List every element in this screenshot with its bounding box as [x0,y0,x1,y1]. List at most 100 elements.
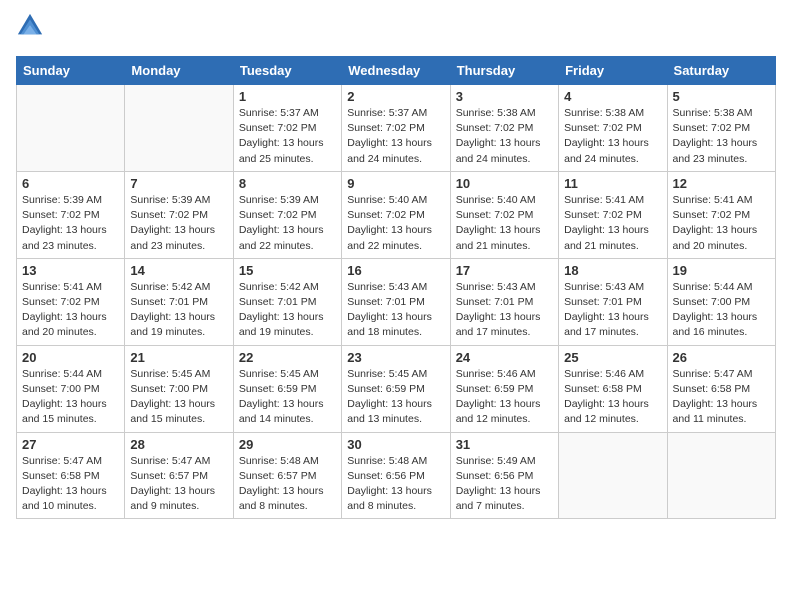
day-number: 23 [347,350,444,365]
calendar-cell: 10 Sunrise: 5:40 AM Sunset: 7:02 PM Dayli… [450,171,558,258]
day-number: 13 [22,263,119,278]
calendar-cell: 31 Sunrise: 5:49 AM Sunset: 6:56 PM Dayli… [450,432,558,519]
calendar-cell: 29 Sunrise: 5:48 AM Sunset: 6:57 PM Dayli… [233,432,341,519]
calendar-cell: 26 Sunrise: 5:47 AM Sunset: 6:58 PM Dayli… [667,345,775,432]
calendar-cell: 12 Sunrise: 5:41 AM Sunset: 7:02 PM Dayli… [667,171,775,258]
calendar-cell: 21Sunrise: 5:45 AM Sunset: 7:00 PM Dayli… [125,345,233,432]
calendar-cell: 14Sunrise: 5:42 AM Sunset: 7:01 PM Dayli… [125,258,233,345]
day-info: Sunrise: 5:45 AM Sunset: 6:59 PM Dayligh… [239,367,336,428]
calendar-cell: 22 Sunrise: 5:45 AM Sunset: 6:59 PM Dayli… [233,345,341,432]
day-number: 4 [564,89,661,104]
calendar-week-row: 1 Sunrise: 5:37 AM Sunset: 7:02 PM Daylig… [17,85,776,172]
calendar-cell: 30 Sunrise: 5:48 AM Sunset: 6:56 PM Dayli… [342,432,450,519]
calendar-cell: 20Sunrise: 5:44 AM Sunset: 7:00 PM Dayli… [17,345,125,432]
calendar-cell: 3 Sunrise: 5:38 AM Sunset: 7:02 PM Daylig… [450,85,558,172]
day-info: Sunrise: 5:45 AM Sunset: 6:59 PM Dayligh… [347,367,444,428]
day-number: 10 [456,176,553,191]
day-info: Sunrise: 5:40 AM Sunset: 7:02 PM Dayligh… [347,193,444,254]
day-info: Sunrise: 5:44 AM Sunset: 7:00 PM Dayligh… [673,280,770,341]
day-number: 31 [456,437,553,452]
weekday-header-wednesday: Wednesday [342,57,450,85]
day-info: Sunrise: 5:41 AM Sunset: 7:02 PM Dayligh… [22,280,119,341]
calendar-cell: 6 Sunrise: 5:39 AM Sunset: 7:02 PM Daylig… [17,171,125,258]
day-number: 7 [130,176,227,191]
day-info: Sunrise: 5:48 AM Sunset: 6:57 PM Dayligh… [239,454,336,515]
calendar-cell: 28Sunrise: 5:47 AM Sunset: 6:57 PM Dayli… [125,432,233,519]
day-info: Sunrise: 5:43 AM Sunset: 7:01 PM Dayligh… [347,280,444,341]
day-number: 14 [130,263,227,278]
calendar-cell [667,432,775,519]
day-number: 3 [456,89,553,104]
calendar-cell: 5Sunrise: 5:38 AM Sunset: 7:02 PM Daylig… [667,85,775,172]
weekday-header-sunday: Sunday [17,57,125,85]
day-info: Sunrise: 5:44 AM Sunset: 7:00 PM Dayligh… [22,367,119,428]
day-info: Sunrise: 5:43 AM Sunset: 7:01 PM Dayligh… [456,280,553,341]
calendar-cell [125,85,233,172]
calendar-body: 1 Sunrise: 5:37 AM Sunset: 7:02 PM Daylig… [17,85,776,519]
weekday-header-friday: Friday [559,57,667,85]
weekday-header-tuesday: Tuesday [233,57,341,85]
day-info: Sunrise: 5:39 AM Sunset: 7:02 PM Dayligh… [22,193,119,254]
day-number: 27 [22,437,119,452]
logo-icon [16,12,44,40]
calendar-week-row: 13 Sunrise: 5:41 AM Sunset: 7:02 PM Dayli… [17,258,776,345]
calendar-cell: 25Sunrise: 5:46 AM Sunset: 6:58 PM Dayli… [559,345,667,432]
weekday-header-thursday: Thursday [450,57,558,85]
weekday-header-saturday: Saturday [667,57,775,85]
day-number: 6 [22,176,119,191]
day-number: 30 [347,437,444,452]
day-info: Sunrise: 5:45 AM Sunset: 7:00 PM Dayligh… [130,367,227,428]
day-number: 8 [239,176,336,191]
day-number: 2 [347,89,444,104]
calendar-table: SundayMondayTuesdayWednesdayThursdayFrid… [16,56,776,519]
calendar-cell: 8 Sunrise: 5:39 AM Sunset: 7:02 PM Daylig… [233,171,341,258]
day-info: Sunrise: 5:48 AM Sunset: 6:56 PM Dayligh… [347,454,444,515]
day-number: 22 [239,350,336,365]
day-info: Sunrise: 5:47 AM Sunset: 6:58 PM Dayligh… [673,367,770,428]
day-number: 11 [564,176,661,191]
day-info: Sunrise: 5:39 AM Sunset: 7:02 PM Dayligh… [239,193,336,254]
calendar-week-row: 6 Sunrise: 5:39 AM Sunset: 7:02 PM Daylig… [17,171,776,258]
day-number: 17 [456,263,553,278]
day-number: 24 [456,350,553,365]
calendar-cell: 18Sunrise: 5:43 AM Sunset: 7:01 PM Dayli… [559,258,667,345]
page-header [16,16,776,44]
day-info: Sunrise: 5:49 AM Sunset: 6:56 PM Dayligh… [456,454,553,515]
calendar-cell: 9Sunrise: 5:40 AM Sunset: 7:02 PM Daylig… [342,171,450,258]
day-info: Sunrise: 5:41 AM Sunset: 7:02 PM Dayligh… [673,193,770,254]
day-number: 12 [673,176,770,191]
calendar-cell: 15 Sunrise: 5:42 AM Sunset: 7:01 PM Dayli… [233,258,341,345]
day-number: 29 [239,437,336,452]
day-number: 19 [673,263,770,278]
day-number: 15 [239,263,336,278]
day-info: Sunrise: 5:37 AM Sunset: 7:02 PM Dayligh… [239,106,336,167]
day-info: Sunrise: 5:43 AM Sunset: 7:01 PM Dayligh… [564,280,661,341]
calendar-cell: 13 Sunrise: 5:41 AM Sunset: 7:02 PM Dayli… [17,258,125,345]
calendar-cell: 1 Sunrise: 5:37 AM Sunset: 7:02 PM Daylig… [233,85,341,172]
calendar-cell: 2 Sunrise: 5:37 AM Sunset: 7:02 PM Daylig… [342,85,450,172]
weekday-header-monday: Monday [125,57,233,85]
calendar-cell: 4Sunrise: 5:38 AM Sunset: 7:02 PM Daylig… [559,85,667,172]
day-info: Sunrise: 5:38 AM Sunset: 7:02 PM Dayligh… [673,106,770,167]
day-number: 1 [239,89,336,104]
day-info: Sunrise: 5:42 AM Sunset: 7:01 PM Dayligh… [239,280,336,341]
day-info: Sunrise: 5:37 AM Sunset: 7:02 PM Dayligh… [347,106,444,167]
calendar-cell: 24Sunrise: 5:46 AM Sunset: 6:59 PM Dayli… [450,345,558,432]
calendar-cell: 11 Sunrise: 5:41 AM Sunset: 7:02 PM Dayli… [559,171,667,258]
calendar-cell: 16Sunrise: 5:43 AM Sunset: 7:01 PM Dayli… [342,258,450,345]
calendar-week-row: 27Sunrise: 5:47 AM Sunset: 6:58 PM Dayli… [17,432,776,519]
day-info: Sunrise: 5:38 AM Sunset: 7:02 PM Dayligh… [456,106,553,167]
calendar-cell: 17 Sunrise: 5:43 AM Sunset: 7:01 PM Dayli… [450,258,558,345]
calendar-cell: 27Sunrise: 5:47 AM Sunset: 6:58 PM Dayli… [17,432,125,519]
calendar-cell: 23 Sunrise: 5:45 AM Sunset: 6:59 PM Dayli… [342,345,450,432]
day-number: 28 [130,437,227,452]
calendar-header-row: SundayMondayTuesdayWednesdayThursdayFrid… [17,57,776,85]
day-number: 26 [673,350,770,365]
logo [16,16,48,44]
calendar-cell: 7Sunrise: 5:39 AM Sunset: 7:02 PM Daylig… [125,171,233,258]
day-info: Sunrise: 5:41 AM Sunset: 7:02 PM Dayligh… [564,193,661,254]
day-info: Sunrise: 5:46 AM Sunset: 6:58 PM Dayligh… [564,367,661,428]
calendar-cell [17,85,125,172]
calendar-cell [559,432,667,519]
day-info: Sunrise: 5:40 AM Sunset: 7:02 PM Dayligh… [456,193,553,254]
